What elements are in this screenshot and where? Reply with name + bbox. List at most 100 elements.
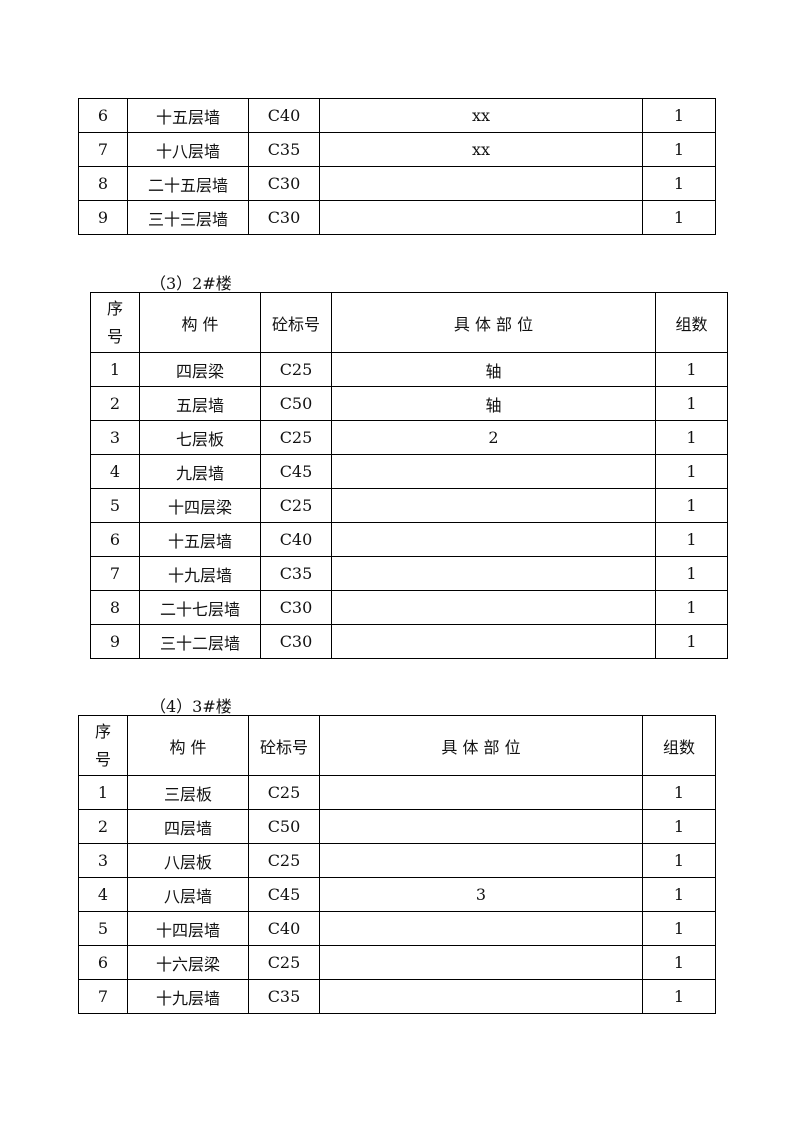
- cell-seq: 5: [90, 488, 140, 523]
- table-building-3: 序号构 件砼标号具 体 部 位组数 1 三层板 C25 1 2 四层墙 C50 1 3 八层板 C25…: [78, 715, 716, 1014]
- table-row: 5 十四层墙 C40 1: [78, 911, 716, 946]
- cell-component: 十四层墙: [127, 911, 249, 946]
- cell-component: 二十五层墙: [127, 166, 249, 201]
- caption-building-3: （4）3#楼: [150, 697, 232, 716]
- table-row: 7 十九层墙 C35 1: [78, 979, 716, 1014]
- cell-location: [319, 200, 643, 235]
- cell-location: [319, 911, 643, 946]
- cell-groups: 1: [642, 132, 716, 167]
- cell-groups: 1: [642, 200, 716, 235]
- cell-seq: 4: [78, 877, 128, 912]
- cell-component: 七层板: [139, 420, 261, 455]
- table-building-continued: 6 十五层墙 C40 xx 1 7 十八层墙 C35 xx 1 8 二十五层墙 C30 1 9 三十三层墙 C3…: [78, 98, 716, 235]
- cell-location: 3: [319, 877, 643, 912]
- table-row: 7 十九层墙 C35 1: [90, 556, 728, 591]
- cell-seq: 6: [78, 945, 128, 980]
- cell-component: 十八层墙: [127, 132, 249, 167]
- cell-component: 三层板: [127, 775, 249, 810]
- cell-groups: 1: [655, 590, 728, 625]
- cell-seq: 7: [78, 132, 128, 167]
- cell-component: 八层板: [127, 843, 249, 878]
- cell-component: 十九层墙: [127, 979, 249, 1014]
- cell-grade: C30: [248, 200, 320, 235]
- table-row: 4 九层墙 C45 1: [90, 454, 728, 489]
- table-row: 3 七层板 C25 2 1: [90, 420, 728, 455]
- cell-location: [331, 522, 656, 557]
- document-page: 6 十五层墙 C40 xx 1 7 十八层墙 C35 xx 1 8 二十五层墙 C30 1 9 三十三层墙 C3…: [0, 0, 794, 1123]
- cell-grade: C25: [248, 945, 320, 980]
- cell-groups: 1: [642, 166, 716, 201]
- cell-seq: 4: [90, 454, 140, 489]
- cell-component: 十五层墙: [127, 98, 249, 133]
- cell-location: [319, 809, 643, 844]
- cell-location: [319, 945, 643, 980]
- cell-component: 二十七层墙: [139, 590, 261, 625]
- cell-groups: 1: [655, 352, 728, 387]
- cell-grade: C45: [248, 877, 320, 912]
- cell-component: 四层墙: [127, 809, 249, 844]
- table-row: 1 四层梁 C25 轴 1: [90, 352, 728, 387]
- table-row: 2 四层墙 C50 1: [78, 809, 716, 844]
- header-groups: 组数: [655, 292, 728, 353]
- header-grade: 砼标号: [248, 715, 320, 776]
- cell-grade: C30: [248, 166, 320, 201]
- header-grade: 砼标号: [260, 292, 332, 353]
- cell-seq: 6: [78, 98, 128, 133]
- cell-groups: 1: [655, 420, 728, 455]
- cell-location: xx: [319, 98, 643, 133]
- cell-seq: 3: [90, 420, 140, 455]
- cell-groups: 1: [642, 877, 716, 912]
- cell-component: 九层墙: [139, 454, 261, 489]
- cell-grade: C25: [260, 488, 332, 523]
- cell-seq: 7: [90, 556, 140, 591]
- table-row: 4 八层墙 C45 3 1: [78, 877, 716, 912]
- table-row: 6 十五层墙 C40 1: [90, 522, 728, 557]
- cell-seq: 1: [78, 775, 128, 810]
- cell-groups: 1: [655, 488, 728, 523]
- table-row: 8 二十五层墙 C30 1: [78, 166, 716, 201]
- table-row: 2 五层墙 C50 轴 1: [90, 386, 728, 421]
- cell-groups: 1: [642, 843, 716, 878]
- table-row: 3 八层板 C25 1: [78, 843, 716, 878]
- cell-seq: 2: [78, 809, 128, 844]
- cell-grade: C50: [260, 386, 332, 421]
- cell-component: 四层梁: [139, 352, 261, 387]
- cell-grade: C50: [248, 809, 320, 844]
- header-location: 具 体 部 位: [331, 292, 656, 353]
- table-row: 6 十六层梁 C25 1: [78, 945, 716, 980]
- cell-location: 轴: [331, 386, 656, 421]
- header-component: 构 件: [127, 715, 249, 776]
- cell-seq: 2: [90, 386, 140, 421]
- cell-seq: 3: [78, 843, 128, 878]
- header-row: 序号构 件砼标号具 体 部 位组数: [78, 715, 716, 776]
- cell-location: [331, 556, 656, 591]
- cell-grade: C25: [248, 775, 320, 810]
- cell-location: [331, 590, 656, 625]
- cell-component: 十五层墙: [139, 522, 261, 557]
- table-row: 1 三层板 C25 1: [78, 775, 716, 810]
- cell-groups: 1: [655, 522, 728, 557]
- caption-building-2: （3）2#楼: [150, 274, 232, 293]
- table-row: 9 三十三层墙 C30 1: [78, 200, 716, 235]
- cell-location: 2: [331, 420, 656, 455]
- cell-groups: 1: [642, 911, 716, 946]
- cell-location: xx: [319, 132, 643, 167]
- cell-seq: 8: [78, 166, 128, 201]
- cell-location: [319, 775, 643, 810]
- table-row: 8 二十七层墙 C30 1: [90, 590, 728, 625]
- table-building-2: 序号构 件砼标号具 体 部 位组数 1 四层梁 C25 轴 1 2 五层墙 C50 轴 1 3 七层板 C…: [90, 292, 728, 659]
- cell-groups: 1: [655, 624, 728, 659]
- cell-groups: 1: [642, 809, 716, 844]
- cell-groups: 1: [642, 98, 716, 133]
- header-groups: 组数: [642, 715, 716, 776]
- cell-seq: 9: [90, 624, 140, 659]
- cell-grade: C40: [248, 98, 320, 133]
- header-seq: 序号: [78, 715, 128, 776]
- cell-location: 轴: [331, 352, 656, 387]
- header-row: 序号构 件砼标号具 体 部 位组数: [90, 292, 728, 353]
- table-row: 6 十五层墙 C40 xx 1: [78, 98, 716, 133]
- cell-component: 五层墙: [139, 386, 261, 421]
- header-component: 构 件: [139, 292, 261, 353]
- header-seq: 序号: [90, 292, 140, 353]
- cell-component: 三十三层墙: [127, 200, 249, 235]
